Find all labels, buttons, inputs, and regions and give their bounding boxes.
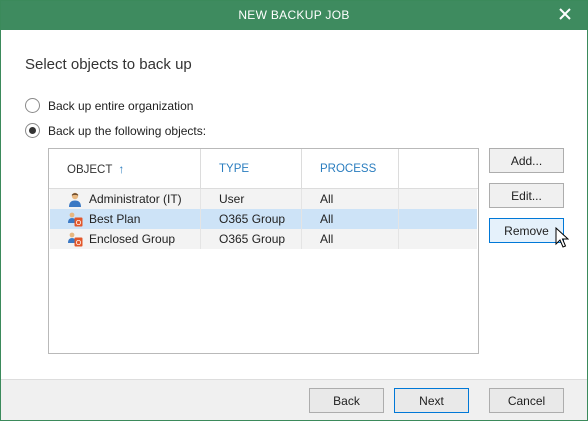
title-bar: NEW BACKUP JOB bbox=[1, 1, 587, 30]
column-header-process[interactable]: PROCESS bbox=[302, 149, 399, 189]
radio-button[interactable] bbox=[25, 98, 40, 113]
group-icon: O bbox=[68, 232, 83, 247]
page-heading: Select objects to back up bbox=[25, 56, 192, 73]
table-row[interactable]: O Enclosed Group O365 Group All bbox=[50, 229, 477, 249]
object-name: Best Plan bbox=[89, 212, 141, 226]
radio-button-selected[interactable] bbox=[25, 123, 40, 138]
cell-object: O Enclosed Group bbox=[50, 229, 201, 249]
remove-button[interactable]: Remove bbox=[489, 218, 564, 243]
table-header: OBJECT ↑ TYPE PROCESS bbox=[49, 149, 478, 189]
svg-text:O: O bbox=[76, 219, 82, 227]
back-button[interactable]: Back bbox=[309, 388, 384, 413]
object-name: Enclosed Group bbox=[89, 232, 176, 246]
cell-type: User bbox=[201, 189, 302, 209]
radio-following-objects[interactable]: Back up the following objects: bbox=[25, 123, 206, 138]
group-icon: O bbox=[68, 212, 83, 227]
cell-process: All bbox=[302, 209, 399, 229]
objects-table[interactable]: OBJECT ↑ TYPE PROCESS Administrator (IT) … bbox=[48, 148, 479, 354]
close-icon[interactable] bbox=[557, 6, 573, 22]
column-label: OBJECT bbox=[67, 164, 113, 176]
table-row[interactable]: Administrator (IT) User All bbox=[50, 189, 477, 209]
edit-button[interactable]: Edit... bbox=[489, 183, 564, 208]
dialog-footer: Back Next Cancel bbox=[1, 379, 587, 420]
add-button[interactable]: Add... bbox=[489, 148, 564, 173]
cell-process: All bbox=[302, 229, 399, 249]
radio-entire-organization[interactable]: Back up entire organization bbox=[25, 98, 193, 113]
radio-label: Back up entire organization bbox=[48, 98, 194, 113]
svg-text:O: O bbox=[76, 239, 82, 247]
next-button[interactable]: Next bbox=[394, 388, 469, 413]
cell-type: O365 Group bbox=[201, 209, 302, 229]
table-row-selected[interactable]: O Best Plan O365 Group All bbox=[50, 209, 477, 229]
column-header-type[interactable]: TYPE bbox=[201, 149, 302, 189]
arrow-up-icon: ↑ bbox=[118, 162, 125, 176]
radio-label: Back up the following objects: bbox=[48, 123, 207, 138]
new-backup-job-dialog: NEW BACKUP JOB Select objects to back up… bbox=[0, 0, 588, 421]
cell-object: Administrator (IT) bbox=[50, 189, 201, 209]
cancel-button[interactable]: Cancel bbox=[489, 388, 564, 413]
column-header-object[interactable]: OBJECT ↑ bbox=[49, 149, 201, 189]
user-icon bbox=[69, 192, 81, 207]
object-name: Administrator (IT) bbox=[89, 192, 182, 206]
cell-process: All bbox=[302, 189, 399, 209]
cell-type: O365 Group bbox=[201, 229, 302, 249]
cell-object: O Best Plan bbox=[50, 209, 201, 229]
window-title: NEW BACKUP JOB bbox=[238, 8, 350, 22]
